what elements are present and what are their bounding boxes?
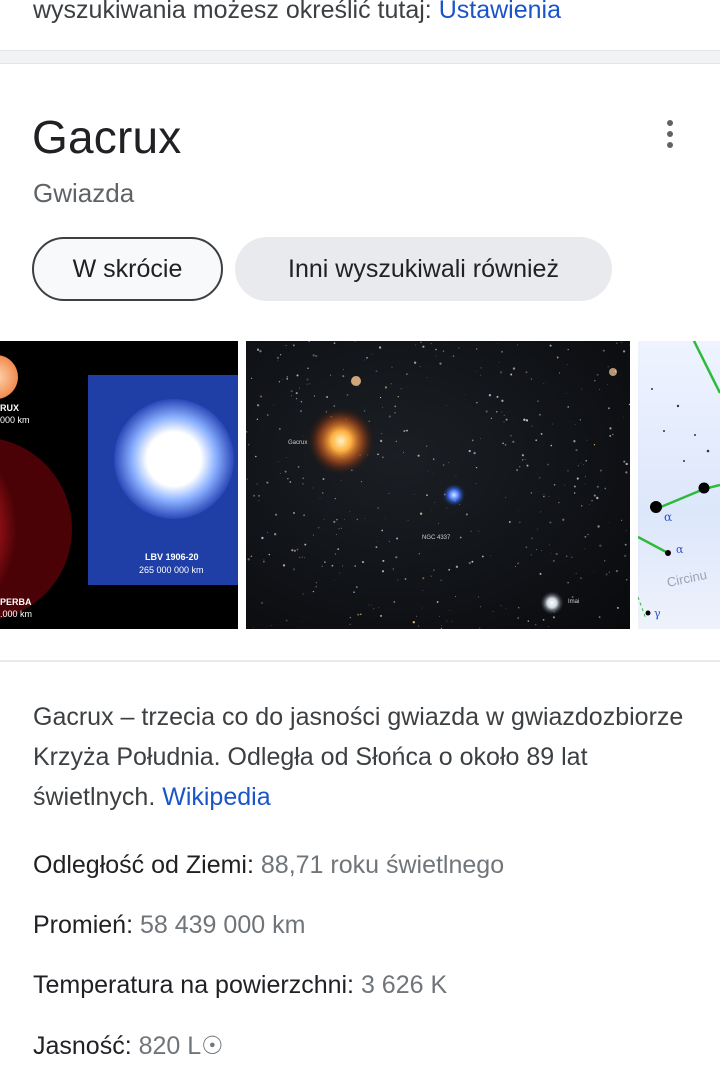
img1-label-gacrux-size: 000 km: [0, 415, 30, 425]
settings-hint-text: wyszukiwania możesz określić tutaj:: [33, 0, 432, 24]
img1-label-gacrux: RUX: [0, 403, 19, 413]
fact-radius: Promień: 58 439 000 km: [33, 911, 305, 940]
img1-label-hyperba-size: .000 km: [0, 609, 32, 619]
image-constellation-chart[interactable]: α α γ Circinu: [638, 341, 720, 629]
knowledge-panel-subtitle: Gwiazda: [33, 178, 135, 208]
fact-distance: Odległość od Ziemi: 88,71 roku świetlneg…: [33, 851, 504, 880]
img3-label-alpha2: α: [676, 543, 684, 556]
description: Gacrux – trzecia co do jasności gwiazda …: [33, 697, 693, 817]
fact-luminosity: Jasność: 820 L☉: [33, 1031, 224, 1061]
image-star-comparison[interactable]: RUX 000 km LBV 1906-20 265 000 000 km PE…: [0, 341, 238, 629]
content-divider: [0, 660, 720, 662]
fact-temperature: Temperatura na powierzchni: 3 626 K: [33, 971, 447, 1000]
fact-value: 58 439 000 km: [140, 911, 306, 939]
description-text: Gacrux – trzecia co do jasności gwiazda …: [33, 703, 684, 811]
section-divider: [0, 50, 720, 64]
img3-label-alpha1: α: [664, 510, 672, 524]
fact-label: Jasność:: [33, 1032, 132, 1060]
chip-w-skrocie[interactable]: W skrócie: [32, 237, 223, 301]
wikipedia-link[interactable]: Wikipedia: [162, 783, 270, 811]
fact-label: Promień:: [33, 911, 134, 939]
img2-label-imai: Imai: [568, 599, 579, 605]
fact-value: 820 L☉: [138, 1032, 224, 1060]
top-banner: wyszukiwania możesz określić tutaj: Usta…: [0, 0, 720, 50]
img2-label-ngc: NGC 4337: [422, 535, 451, 541]
image-star-field[interactable]: Gacrux NGC 4337 Imai: [246, 341, 630, 629]
img1-label-lbv-size: 265 000 000 km: [139, 565, 204, 575]
settings-hint: wyszukiwania możesz określić tutaj: Usta…: [33, 0, 561, 25]
settings-link[interactable]: Ustawienia: [439, 0, 561, 24]
img1-label-lbv: LBV 1906-20: [145, 552, 199, 562]
img3-label-circinus: Circinu: [666, 567, 709, 590]
img2-label-gacrux: Gacrux: [288, 440, 307, 446]
img3-label-gamma: γ: [654, 607, 661, 620]
img1-label-hyperba: PERBA: [0, 597, 32, 607]
fact-value: 3 626 K: [360, 971, 448, 999]
more-vert-icon[interactable]: [648, 112, 692, 156]
fact-label: Temperatura na powierzchni:: [33, 971, 354, 999]
fact-value: 88,71 roku świetlnego: [260, 851, 505, 879]
chip-inni-wyszukiwali[interactable]: Inni wyszukiwali również: [235, 237, 612, 301]
knowledge-panel-title: Gacrux: [32, 111, 182, 163]
fact-label: Odległość od Ziemi:: [33, 851, 254, 879]
